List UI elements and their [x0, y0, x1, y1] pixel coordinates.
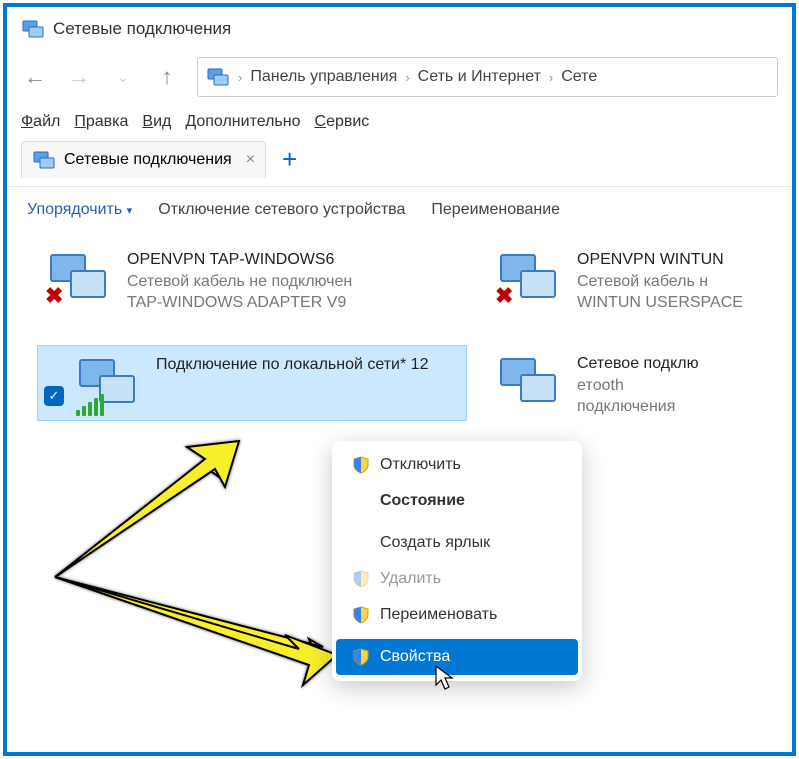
disable-device-button[interactable]: Отключение сетевого устройства	[158, 201, 405, 219]
network-icon	[21, 17, 45, 41]
ctx-shortcut[interactable]: Создать ярлык	[336, 525, 578, 561]
network-icon	[32, 148, 56, 172]
adapter-icon	[493, 353, 563, 411]
adapter-item-selected[interactable]: ✓ Подключение по локальной сети* 12	[37, 345, 467, 421]
adapter-disconnected-icon	[493, 249, 563, 307]
ctx-label: Удалить	[380, 570, 441, 588]
ctx-disable[interactable]: Отключить	[336, 447, 578, 483]
address-bar[interactable]: › Панель управления › Сеть и Интернет › …	[197, 57, 778, 97]
shield-icon	[352, 606, 370, 624]
checkbox-checked-icon[interactable]: ✓	[44, 386, 64, 406]
breadcrumb-part[interactable]: Панель управления	[250, 68, 397, 86]
adapter-status: Сетевой кабель н	[577, 271, 743, 293]
tab-connections[interactable]: Сетевые подключения ×	[21, 141, 266, 178]
menu-file[interactable]: Файл	[21, 113, 60, 131]
ctx-label: Отключить	[380, 456, 461, 474]
rename-button[interactable]: Переименование	[431, 201, 560, 219]
adapter-item[interactable]: OPENVPN TAP-WINDOWS6 Сетевой кабель не п…	[37, 241, 467, 322]
adapter-list: OPENVPN TAP-WINDOWS6 Сетевой кабель не п…	[7, 233, 792, 241]
nav-bar: ← → ⌄ ↑ › Панель управления › Сеть и Инт…	[7, 51, 792, 107]
adapter-status: етooth	[577, 375, 699, 397]
adapter-name: OPENVPN WINTUN	[577, 249, 743, 271]
adapter-name: Подключение по локальной сети* 12	[156, 354, 428, 376]
signal-bars-icon	[76, 394, 104, 416]
titlebar: Сетевые подключения	[7, 7, 792, 51]
adapter-connected-icon	[72, 354, 142, 412]
adapter-name: Сетевое подклю	[577, 353, 699, 375]
breadcrumb-part[interactable]: Сете	[561, 68, 597, 86]
context-menu: Отключить Состояние Создать ярлык Удалит…	[332, 441, 582, 681]
cursor-icon	[435, 665, 455, 691]
back-button[interactable]: ←	[21, 63, 49, 91]
adapter-detail: WINTUN USERSPACE	[577, 292, 743, 314]
ctx-rename[interactable]: Переименовать	[336, 597, 578, 633]
shield-icon	[352, 456, 370, 474]
tab-label: Сетевые подключения	[64, 151, 232, 169]
network-icon	[206, 65, 230, 89]
menu-extra[interactable]: Дополнительно	[185, 113, 300, 131]
breadcrumb-part[interactable]: Сеть и Интернет	[418, 68, 541, 86]
forward-button[interactable]: →	[65, 63, 93, 91]
adapter-name: OPENVPN TAP-WINDOWS6	[127, 249, 352, 271]
adapter-item[interactable]: OPENVPN WINTUN Сетевой кабель н WINTUN U…	[487, 241, 796, 322]
chevron-icon: ›	[405, 70, 409, 85]
annotation-arrow	[27, 417, 347, 697]
chevron-icon: ›	[549, 70, 553, 85]
adapter-disconnected-icon	[43, 249, 113, 307]
ctx-status[interactable]: Состояние	[336, 483, 578, 519]
chevron-icon: ›	[238, 70, 242, 85]
menu-view[interactable]: Вид	[142, 113, 171, 131]
up-button[interactable]: ↑	[153, 63, 181, 91]
menu-bar: Файл Правка Вид Дополнительно Сервис	[7, 107, 792, 141]
new-tab-button[interactable]: +	[276, 144, 303, 175]
ctx-delete: Удалить	[336, 561, 578, 597]
close-icon[interactable]: ×	[246, 151, 255, 169]
menu-edit[interactable]: Правка	[74, 113, 128, 131]
ctx-label: Состояние	[380, 492, 465, 510]
ctx-label: Свойства	[380, 648, 450, 666]
sort-button[interactable]: Упорядочить ▾	[27, 201, 132, 219]
adapter-detail: подключения	[577, 396, 699, 418]
shield-icon	[352, 570, 370, 588]
window-title: Сетевые подключения	[53, 19, 231, 39]
ctx-label: Переименовать	[380, 606, 497, 624]
ctx-label: Создать ярлык	[380, 534, 490, 552]
tab-strip: Сетевые подключения × +	[7, 141, 792, 187]
ctx-properties[interactable]: Свойства	[336, 639, 578, 675]
adapter-item[interactable]: Сетевое подклю етooth подключения	[487, 345, 796, 426]
toolbar: Упорядочить ▾ Отключение сетевого устрой…	[7, 187, 792, 233]
shield-icon	[352, 648, 370, 666]
adapter-status: Сетевой кабель не подключен	[127, 271, 352, 293]
adapter-detail: TAP-WINDOWS ADAPTER V9	[127, 292, 352, 314]
recent-button[interactable]: ⌄	[109, 63, 137, 91]
menu-service[interactable]: Сервис	[315, 113, 370, 131]
